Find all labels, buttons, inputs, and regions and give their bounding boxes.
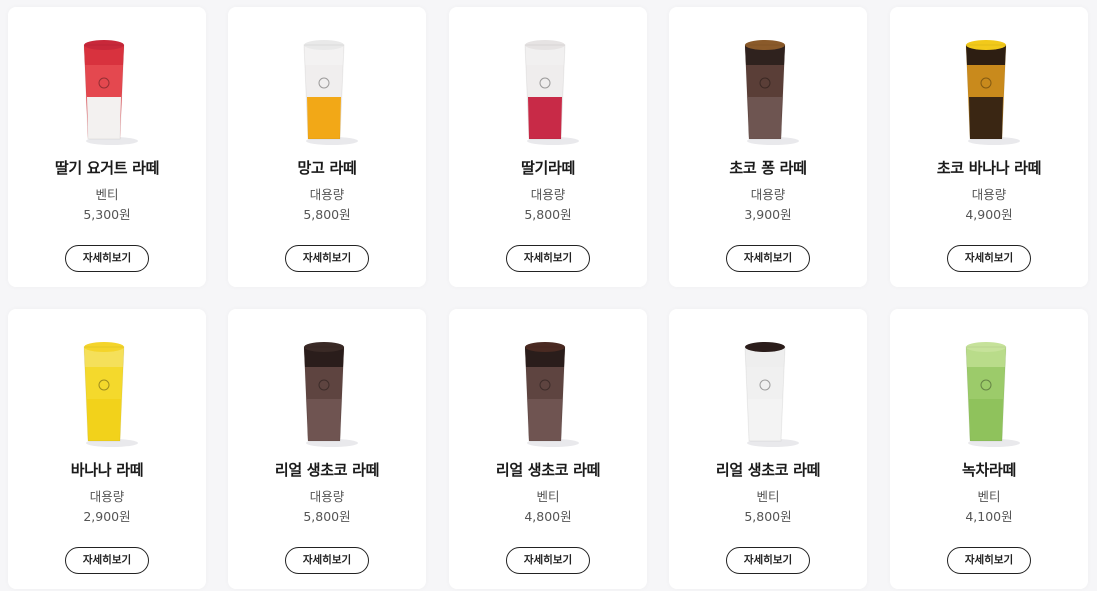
view-details-button[interactable]: 자세히보기: [726, 547, 810, 574]
product-image[interactable]: [228, 337, 426, 449]
product-price: 4,100원: [965, 509, 1013, 524]
product-card[interactable]: 녹차라떼벤티 4,100원자세히보기: [890, 309, 1088, 589]
product-card[interactable]: 초코 퐁 라떼대용량 3,900원자세히보기: [669, 7, 867, 287]
product-image[interactable]: [669, 35, 867, 147]
product-price: 4,900원: [965, 207, 1013, 222]
product-name: 리얼 생초코 라떼: [274, 461, 380, 479]
product-size: 대용량: [971, 187, 1007, 202]
drink-cup-icon: [744, 342, 799, 447]
product-size: 대용량: [750, 187, 786, 202]
view-details-button[interactable]: 자세히보기: [506, 547, 590, 574]
product-price: 2,900원: [83, 509, 131, 524]
product-name: 바나나 라떼: [70, 461, 144, 479]
product-card[interactable]: 딸기라떼대용량 5,800원자세히보기: [449, 7, 647, 287]
product-image[interactable]: [890, 35, 1088, 147]
drink-cup-icon: [744, 40, 799, 145]
product-size: 벤티: [977, 489, 1001, 504]
product-card[interactable]: 리얼 생초코 라떼벤티 4,800원자세히보기: [449, 309, 647, 589]
product-price: 5,800원: [744, 509, 792, 524]
product-price: 3,900원: [744, 207, 792, 222]
drink-cup-icon: [83, 342, 138, 447]
product-size: 벤티: [536, 489, 560, 504]
product-name: 초코 바나나 라떼: [936, 159, 1042, 177]
product-image[interactable]: [8, 35, 206, 147]
product-image[interactable]: [228, 35, 426, 147]
drink-cup-icon: [83, 40, 138, 145]
drink-cup-icon: [524, 40, 579, 145]
product-price: 5,800원: [303, 509, 351, 524]
product-card[interactable]: 망고 라떼대용량 5,800원자세히보기: [228, 7, 426, 287]
view-details-button[interactable]: 자세히보기: [65, 245, 149, 272]
product-grid: 딸기 요거트 라떼 벤티 5,300원 자세히보기 망고 라떼 대용량 5,800원 자세히보…: [0, 0, 1097, 591]
product-card[interactable]: 딸기 요거트 라떼벤티 5,300원자세히보기: [8, 7, 206, 287]
product-image[interactable]: [449, 35, 647, 147]
product-name: 초코 퐁 라떼: [729, 159, 807, 177]
drink-cup-icon: [965, 40, 1020, 145]
product-card[interactable]: 리얼 생초코 라떼벤티 5,800원자세히보기: [669, 309, 867, 589]
product-name: 딸기라떼: [520, 159, 575, 177]
view-details-button[interactable]: 자세히보기: [726, 245, 810, 272]
view-details-button[interactable]: 자세히보기: [65, 547, 149, 574]
product-name: 녹차라떼: [961, 461, 1016, 479]
product-size: 대용량: [530, 187, 566, 202]
view-details-button[interactable]: 자세히보기: [506, 245, 590, 272]
product-size: 대용량: [309, 187, 345, 202]
product-price: 5,300원: [83, 207, 131, 222]
product-image[interactable]: [890, 337, 1088, 449]
view-details-button[interactable]: 자세히보기: [285, 245, 369, 272]
product-size: 대용량: [309, 489, 345, 504]
drink-cup-icon: [524, 342, 579, 447]
product-card[interactable]: 바나나 라떼대용량 2,900원자세히보기: [8, 309, 206, 589]
product-name: 리얼 생초코 라떼: [495, 461, 601, 479]
product-name: 리얼 생초코 라떼: [715, 461, 821, 479]
drink-cup-icon: [303, 40, 358, 145]
product-size: 대용량: [89, 489, 125, 504]
view-details-button[interactable]: 자세히보기: [947, 245, 1031, 272]
drink-cup-icon: [965, 342, 1020, 447]
product-price: 4,800원: [524, 509, 572, 524]
product-image[interactable]: [8, 337, 206, 449]
product-price: 5,800원: [524, 207, 572, 222]
product-name: 망고 라떼: [297, 159, 357, 177]
product-card[interactable]: 초코 바나나 라떼대용량 4,900원자세히보기: [890, 7, 1088, 287]
product-size: 벤티: [95, 187, 119, 202]
view-details-button[interactable]: 자세히보기: [947, 547, 1031, 574]
product-price: 5,800원: [303, 207, 351, 222]
view-details-button[interactable]: 자세히보기: [285, 547, 369, 574]
product-name: 딸기 요거트 라떼: [54, 159, 160, 177]
drink-cup-icon: [303, 342, 358, 447]
product-image[interactable]: [449, 337, 647, 449]
product-card[interactable]: 리얼 생초코 라떼대용량 5,800원자세히보기: [228, 309, 426, 589]
product-size: 벤티: [756, 489, 780, 504]
product-image[interactable]: [669, 337, 867, 449]
